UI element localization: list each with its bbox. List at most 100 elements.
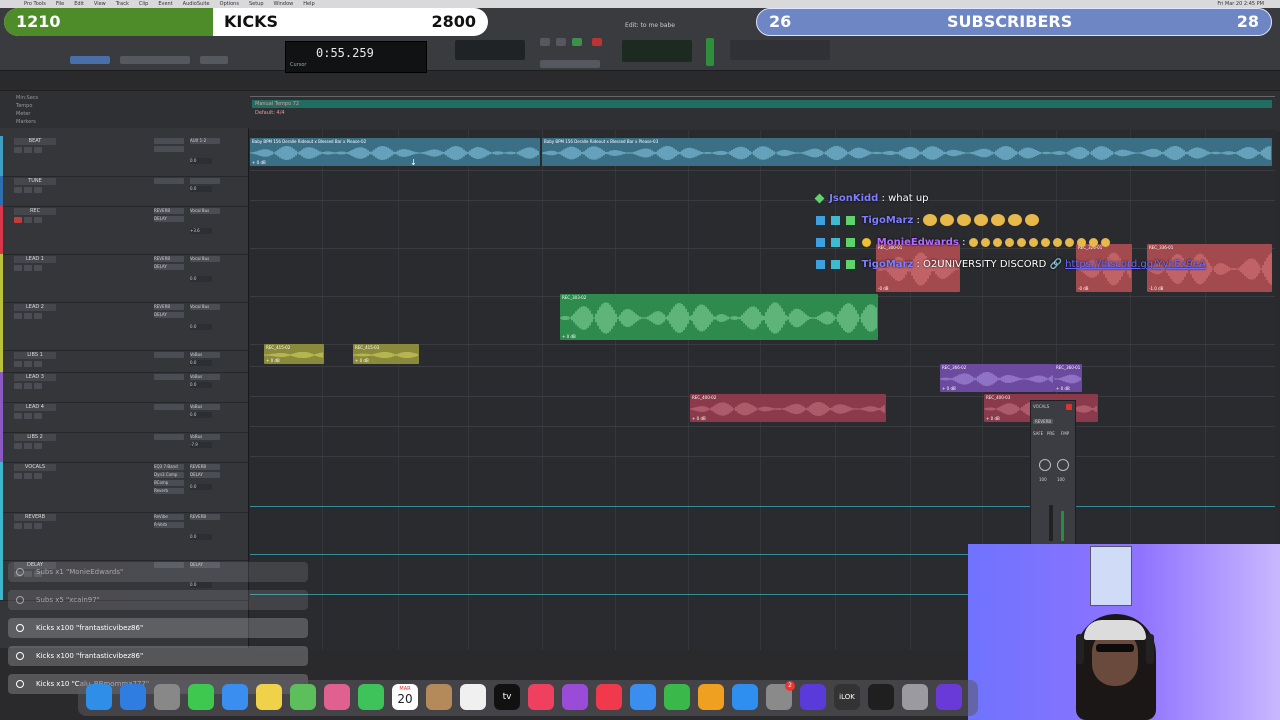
audio-clip[interactable]: REC_415-03 + 0 dB: [353, 344, 419, 364]
ableton-icon[interactable]: [936, 684, 962, 710]
mute-button[interactable]: [34, 217, 42, 223]
track-header[interactable]: LEAD 4 VoBus 0.0: [0, 402, 248, 433]
track-header[interactable]: LEAD 3 VoBus 0.0: [0, 372, 248, 403]
track-name[interactable]: REVERB: [14, 514, 56, 521]
menu-item[interactable]: Pro Tools: [24, 1, 46, 7]
volume-readout[interactable]: 0.0: [190, 158, 212, 164]
track-name[interactable]: BEAT: [14, 138, 56, 145]
solo-button[interactable]: [24, 147, 32, 153]
appletv-icon[interactable]: tv: [494, 684, 520, 710]
mute-button[interactable]: [34, 313, 42, 319]
volume-readout[interactable]: 0.0: [190, 186, 212, 192]
disk-icon[interactable]: [902, 684, 928, 710]
tools-group[interactable]: [120, 56, 190, 64]
track-name[interactable]: VOCALS: [14, 464, 56, 471]
volume-readout[interactable]: 0.0: [190, 484, 212, 490]
solo-button[interactable]: [24, 523, 32, 529]
insert-slot[interactable]: REVERB: [154, 256, 184, 262]
menu-item[interactable]: Window: [274, 1, 294, 7]
track-name[interactable]: REC: [14, 208, 56, 215]
mute-button[interactable]: [34, 361, 42, 367]
rec-button[interactable]: [14, 187, 22, 193]
send-slot[interactable]: Vocal Bus: [190, 208, 220, 214]
rec-button[interactable]: [14, 217, 22, 223]
mute-button[interactable]: [34, 187, 42, 193]
track-header[interactable]: LIBS 1 VoBus 0.0: [0, 350, 248, 373]
track-header[interactable]: REVERB ReVibe R-Verb REVERB 0.0: [0, 512, 248, 561]
mail-icon[interactable]: [222, 684, 248, 710]
fmp-button[interactable]: FMP: [1061, 431, 1069, 436]
grid-settings[interactable]: [730, 40, 830, 60]
tempo-display[interactable]: [622, 40, 692, 62]
track-header[interactable]: BEAT AUX 1-2 0.0: [0, 136, 248, 177]
volume-readout[interactable]: 0.0: [190, 324, 212, 330]
menu-item[interactable]: Edit: [74, 1, 84, 7]
track-name[interactable]: TUNE: [14, 178, 56, 185]
keynote-icon[interactable]: [630, 684, 656, 710]
launchpad-icon[interactable]: [154, 684, 180, 710]
insert-slot[interactable]: [154, 352, 184, 358]
audio-clip[interactable]: REC_303-02 + 0 dB: [560, 294, 878, 340]
mute-button[interactable]: [34, 413, 42, 419]
menu-item[interactable]: Track: [116, 1, 129, 7]
solo-button[interactable]: [24, 265, 32, 271]
solo-button[interactable]: [24, 187, 32, 193]
insert-slot[interactable]: ReVibe: [154, 514, 184, 520]
fader-insert[interactable]: REVERB: [1033, 419, 1054, 424]
rec-button[interactable]: [14, 523, 22, 529]
insert-slot[interactable]: Reverb: [154, 488, 184, 494]
menu-item[interactable]: Options: [220, 1, 239, 7]
send-slot[interactable]: VoBus: [190, 404, 220, 410]
send-slot[interactable]: REVERB: [190, 514, 220, 520]
track-header[interactable]: LEAD 2 REVERB DELAY Vocal Bus 0.0: [0, 302, 248, 351]
solo-button[interactable]: [24, 473, 32, 479]
facetime-icon[interactable]: [358, 684, 384, 710]
track-name[interactable]: LEAD 2: [14, 304, 56, 311]
transport-rewind-button[interactable]: [540, 38, 550, 46]
photos-icon[interactable]: [324, 684, 350, 710]
menu-item[interactable]: Help: [303, 1, 314, 7]
rec-button[interactable]: [14, 473, 22, 479]
calendar-icon[interactable]: MAR 20: [392, 684, 418, 710]
main-counter[interactable]: 0:55.259 Cursor: [285, 41, 427, 73]
numbers-icon[interactable]: [664, 684, 690, 710]
send-slot[interactable]: Vocal Bus: [190, 256, 220, 262]
mute-button[interactable]: [34, 147, 42, 153]
track-name[interactable]: LEAD 4: [14, 404, 56, 411]
floating-fader-window[interactable]: VOCALS REVERB SAFE PRE FMP 100 100: [1030, 400, 1076, 547]
news-icon[interactable]: [596, 684, 622, 710]
transport-stop-button[interactable]: [556, 38, 566, 46]
ilok-icon[interactable]: iLOK: [834, 684, 860, 710]
send-slot[interactable]: REVERB: [190, 464, 220, 470]
insert-slot[interactable]: DELAY: [154, 216, 184, 222]
rec-button[interactable]: [14, 147, 22, 153]
volume-readout[interactable]: 0.0: [190, 360, 212, 366]
send-slot[interactable]: VoBus: [190, 352, 220, 358]
solo-button[interactable]: [24, 361, 32, 367]
mute-button[interactable]: [34, 523, 42, 529]
send-slot[interactable]: DELAY: [190, 472, 220, 478]
transport-forward-button[interactable]: [540, 60, 600, 68]
rec-button[interactable]: [14, 443, 22, 449]
track-name[interactable]: LEAD 3: [14, 374, 56, 381]
volume-readout[interactable]: 0.0: [190, 534, 212, 540]
insert-slot[interactable]: [154, 434, 184, 440]
menu-item[interactable]: Setup: [249, 1, 264, 7]
edit-mode-button[interactable]: [70, 56, 110, 64]
insert-slot[interactable]: EQ3 7-Band: [154, 464, 184, 470]
mute-button[interactable]: [34, 473, 42, 479]
volume-fader[interactable]: [1049, 505, 1053, 541]
insert-slot[interactable]: Dyn3 Comp: [154, 472, 184, 478]
send-slot[interactable]: AUX 1-2: [190, 138, 220, 144]
solo-button[interactable]: [24, 413, 32, 419]
safari-icon[interactable]: [120, 684, 146, 710]
finder-icon[interactable]: [86, 684, 112, 710]
menu-item[interactable]: Event: [158, 1, 172, 7]
track-header[interactable]: LEAD 1 REVERB DELAY Vocal Bus 0.0: [0, 254, 248, 303]
send-slot[interactable]: VoBus: [190, 374, 220, 380]
transport-record-button[interactable]: [592, 38, 602, 46]
send-slot[interactable]: [190, 178, 220, 184]
volume-readout[interactable]: 0.0: [190, 412, 212, 418]
minsecs-ruler[interactable]: [250, 96, 1275, 97]
audio-clip[interactable]: REC_360-01 + 0 dB: [1054, 364, 1082, 392]
